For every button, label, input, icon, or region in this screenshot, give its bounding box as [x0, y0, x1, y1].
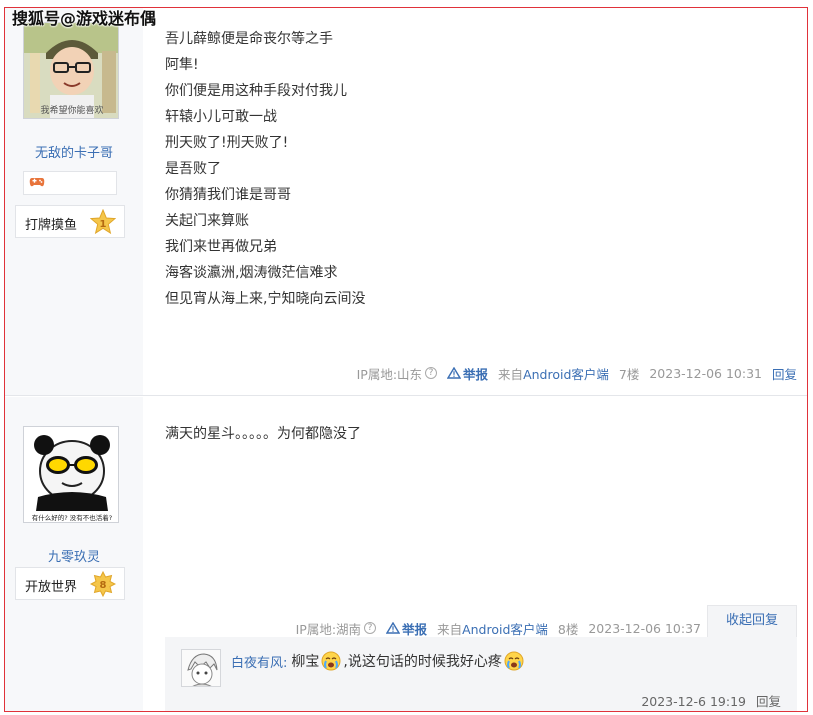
content-line: 但见宵从海上来,宁知晓向云间没: [165, 291, 366, 307]
from-label: 来自: [498, 366, 524, 382]
reply-text: ,说这句话的时候我好心疼: [343, 654, 502, 670]
content-line: 你们便是用这种手段对付我儿: [165, 83, 347, 99]
post-time: 2023-12-06 10:37: [588, 620, 701, 636]
post-7: 我希望你能喜欢 无敌的卡子哥 打牌摸鱼 1 吾儿薛鲸便是命丧尔等之手 阿隼! 你…: [5, 8, 807, 396]
ip-location: IP属地:湖南: [295, 621, 362, 637]
client-link[interactable]: Android客户端: [523, 364, 609, 383]
report-button[interactable]: 举报: [386, 619, 427, 638]
crying-emoji-icon: [504, 651, 524, 671]
content-line: 关起门来算账: [165, 213, 249, 229]
content-line: 是吾败了: [165, 161, 221, 177]
reply-tail: 2023-12-6 19:19 回复: [641, 691, 781, 710]
post-8: 有什么好的? 没有不也活着? 九零玖灵 开放世界 8 满天的星斗。。。。。为何都…: [5, 397, 807, 711]
warning-icon: [447, 367, 462, 379]
floor-number: 7楼: [618, 366, 640, 382]
level-star-icon: 8: [90, 571, 116, 597]
client-link[interactable]: Android客户端: [462, 619, 548, 638]
reply-button[interactable]: 回复: [772, 364, 797, 383]
reply-time: 2023-12-6 19:19: [641, 694, 746, 709]
level-name: 开放世界: [25, 580, 78, 595]
level-badge[interactable]: 打牌摸鱼 1: [15, 205, 125, 238]
content-line: 海客谈瀛洲,烟涛微茫信难求: [165, 265, 338, 281]
reply-text: 柳宝: [291, 654, 320, 670]
avatar-caption: 我希望你能喜欢: [40, 104, 103, 116]
avatar[interactable]: 有什么好的? 没有不也活着?: [23, 426, 119, 523]
content-line: 满天的星斗。。。。。为何都隐没了: [165, 426, 361, 442]
content-line: 轩辕小儿可敢一战: [165, 109, 277, 125]
reply-avatar[interactable]: [181, 649, 221, 687]
report-button[interactable]: 举报: [447, 364, 488, 383]
content-line: 阿隼!: [165, 57, 199, 73]
report-label: 举报: [463, 366, 489, 382]
help-icon[interactable]: ?: [425, 367, 438, 379]
from-label: 来自: [437, 621, 463, 637]
content-line: 吾儿薛鲸便是命丧尔等之手: [165, 31, 333, 47]
level-star-icon: 1: [90, 209, 116, 235]
reply-item: 白夜有风: 柳宝 ,说这句话的时候我好心疼: [231, 651, 526, 671]
reply-list: 白夜有风: 柳宝 ,说这句话的时候我好心疼 2023-12-6 19:19 回复: [165, 637, 797, 711]
post-tail: IP属地:山东 ? 举报 来自 Android客户端 7楼 2023-12-06…: [357, 364, 797, 382]
collapse-replies-button[interactable]: 收起回复: [707, 605, 797, 637]
ip-location: IP属地:山东: [356, 366, 423, 382]
reply-username[interactable]: 白夜有风:: [231, 652, 287, 671]
username[interactable]: 无敌的卡子哥: [5, 142, 143, 161]
level-badge[interactable]: 开放世界 8: [15, 567, 125, 600]
author-sidebar: 我希望你能喜欢 无敌的卡子哥 打牌摸鱼 1: [5, 8, 143, 395]
content-line: 你猜猜我们谁是哥哥: [165, 187, 291, 203]
content-line: 刑天败了!刑天败了!: [165, 135, 289, 151]
username[interactable]: 九零玖灵: [5, 546, 143, 565]
game-badge[interactable]: [23, 171, 117, 195]
post-content: 满天的星斗。。。。。为何都隐没了: [165, 421, 765, 447]
level-name: 打牌摸鱼: [25, 218, 78, 233]
avatar[interactable]: 我希望你能喜欢: [23, 22, 119, 119]
avatar-caption: 有什么好的? 没有不也活着?: [32, 513, 112, 522]
author-sidebar: 有什么好的? 没有不也活着? 九零玖灵 开放世界 8: [5, 397, 143, 711]
level-number: 1: [100, 219, 107, 230]
help-icon[interactable]: ?: [364, 622, 377, 634]
floor-number: 8楼: [557, 621, 579, 637]
reply-button[interactable]: 回复: [756, 694, 781, 709]
watermark: 搜狐号@游戏迷布偶: [12, 9, 157, 28]
level-number: 8: [100, 580, 107, 591]
post-content: 吾儿薛鲸便是命丧尔等之手 阿隼! 你们便是用这种手段对付我儿 轩辕小儿可敢一战 …: [165, 26, 765, 312]
post-tail: IP属地:湖南 ? 举报 来自 Android客户端 8楼 2023-12-06…: [296, 619, 701, 637]
thread-container: 我希望你能喜欢 无敌的卡子哥 打牌摸鱼 1 吾儿薛鲸便是命丧尔等之手 阿隼! 你…: [4, 7, 808, 712]
content-line: 我们来世再做兄弟: [165, 239, 277, 255]
gamepad-icon: [29, 175, 45, 193]
report-label: 举报: [402, 621, 428, 637]
crying-emoji-icon: [321, 651, 341, 671]
warning-icon: [386, 622, 401, 634]
post-time: 2023-12-06 10:31: [649, 365, 762, 381]
